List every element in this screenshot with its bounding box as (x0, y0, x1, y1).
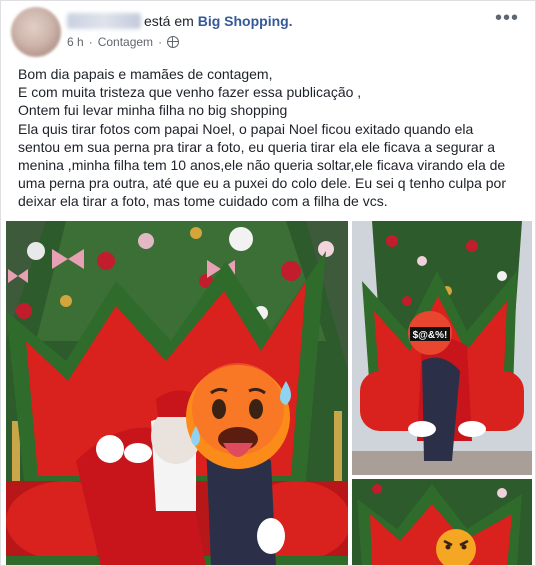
photo-main[interactable] (6, 221, 348, 565)
more-horizontal-icon[interactable]: ••• (495, 8, 519, 28)
location-link[interactable]: Contagem (98, 35, 153, 49)
post-line: menina ,minha filha tem 10 anos,ele não … (18, 157, 506, 174)
post-line: Bom dia papais e mamães de contagem, (18, 66, 273, 82)
post-meta: 6 h · Contagem · (67, 35, 180, 49)
header-line: está em Big Shopping. (144, 13, 293, 29)
post-text: Bom dia papais e mamães de contagem, E c… (18, 65, 523, 211)
post-time[interactable]: 6 h (67, 35, 84, 49)
place-link[interactable]: Big Shopping. (198, 13, 293, 29)
post-line: sentou em sua perna pra tirar a foto, eu… (18, 138, 496, 155)
photo-bottom-right[interactable] (352, 479, 532, 565)
author-name-blurred[interactable] (67, 13, 141, 29)
globe-icon[interactable] (167, 36, 180, 48)
photo-top-right-image: $@&%! (352, 221, 532, 475)
censored-text: $@&%! (413, 330, 448, 341)
photo-top-right[interactable]: $@&%! (352, 221, 532, 475)
post-line: Ela quis tirar fotos com papai Noel, o p… (18, 120, 474, 137)
photo-main-image (6, 221, 348, 565)
post-card: está em Big Shopping. 6 h · Contagem · •… (0, 0, 536, 566)
post-header: está em Big Shopping. 6 h · Contagem · •… (1, 1, 535, 61)
cursing-face-emoji: $@&%! (408, 311, 452, 355)
photo-bottom-right-image (352, 479, 532, 565)
post-line: uma perna pra outra, até que eu a puxei … (18, 175, 507, 192)
post-line: deixar ela tirar a foto, mas tome cuidad… (18, 193, 388, 210)
post-line: E com muita tristeza que venho fazer ess… (18, 84, 362, 101)
photo-grid: $@&%! (6, 221, 532, 565)
meta-separator-2: · (158, 35, 163, 49)
meta-separator: · (88, 35, 93, 49)
avatar[interactable] (11, 7, 61, 57)
post-line: Ontem fui levar minha filha no big shopp… (18, 102, 288, 119)
author-verb: está em (144, 13, 194, 29)
